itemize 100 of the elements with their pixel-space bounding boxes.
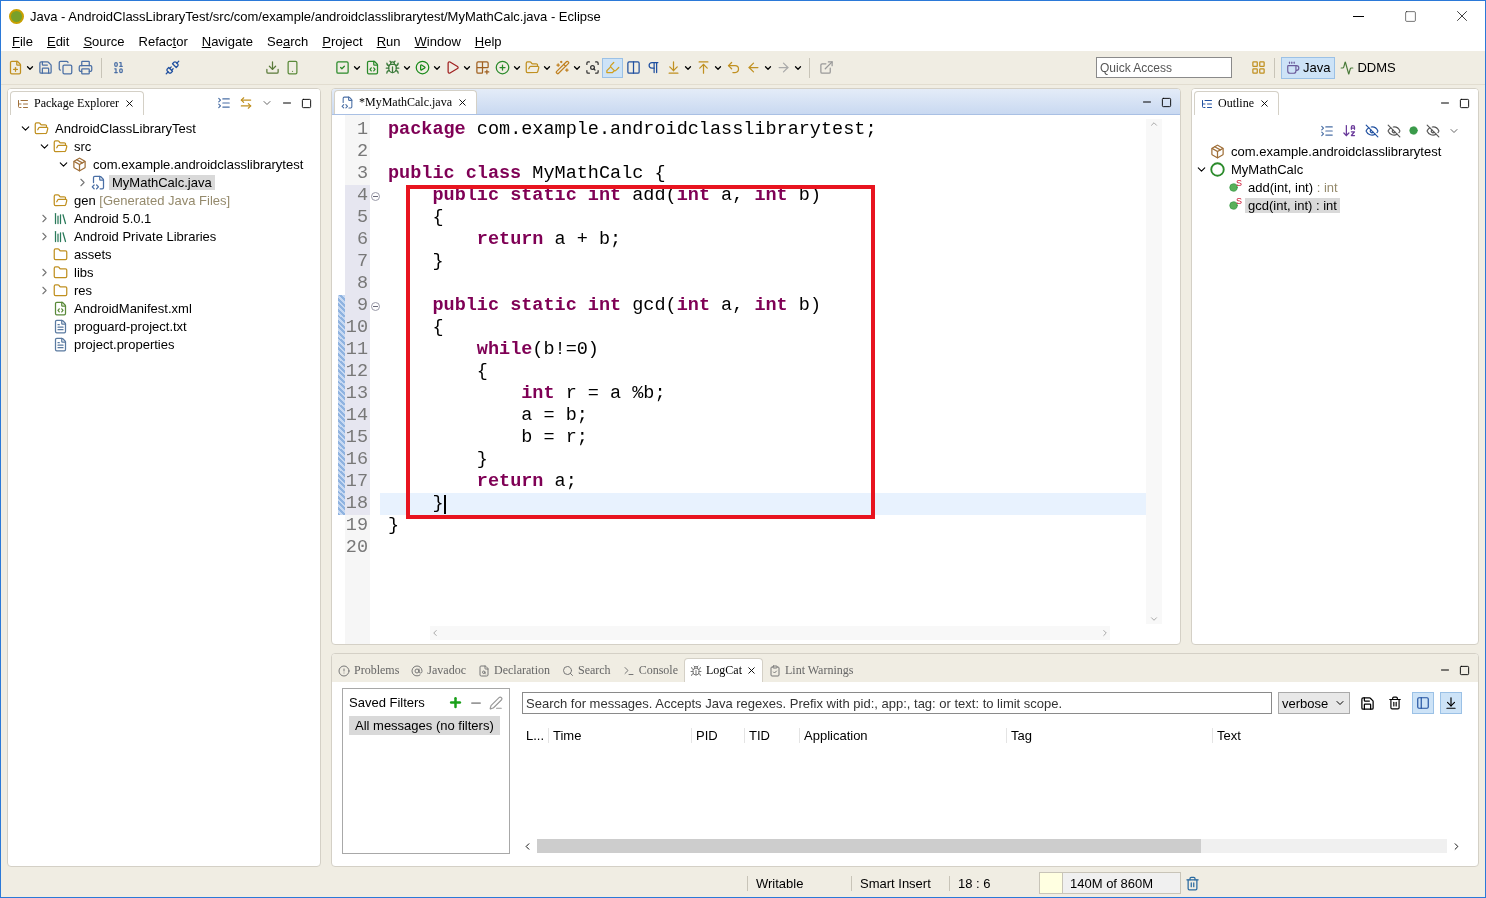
column-header[interactable]: Tag <box>1006 727 1212 743</box>
column-header[interactable]: Text <box>1212 727 1462 743</box>
line-number: 10 <box>345 317 370 339</box>
view-tab[interactable]: LogCat <box>683 658 763 682</box>
line-number: 11 <box>345 339 370 361</box>
tree-item[interactable]: res <box>71 282 96 298</box>
tree-item[interactable]: Android 5.0.1 <box>71 210 155 226</box>
maximize-icon[interactable] <box>1161 96 1172 108</box>
view-tab[interactable]: Javadoc <box>405 658 472 682</box>
java-file-icon <box>341 96 354 109</box>
column-header[interactable]: PID <box>691 727 744 743</box>
editor-tab[interactable]: *MyMathCalc.java <box>334 90 477 114</box>
code-line: } <box>431 493 444 515</box>
package-icon <box>72 156 87 172</box>
add-icon[interactable] <box>448 695 463 710</box>
tree-item[interactable]: project.properties <box>71 336 178 352</box>
line-number: 19 <box>345 515 369 537</box>
view-tab[interactable]: Search <box>555 658 617 682</box>
perspective-button[interactable]: Java <box>1281 56 1336 79</box>
hide-local-icon[interactable] <box>1426 123 1440 138</box>
hide-static-icon[interactable] <box>1387 123 1401 138</box>
tree-item[interactable]: add(int, int) : int <box>1245 179 1341 195</box>
code-line: public class MyMathCalc { <box>388 163 666 185</box>
tree-item[interactable]: gcd(int, int) : int <box>1245 197 1340 213</box>
edit-icon[interactable] <box>489 695 503 710</box>
tree-item[interactable]: com.example.androidclasslibrarytest <box>90 156 307 172</box>
folder-icon <box>53 264 68 280</box>
tree-item[interactable]: proguard-project.txt <box>71 318 190 334</box>
view-tab[interactable]: Outline <box>1194 91 1279 115</box>
link-icon[interactable] <box>239 96 253 110</box>
tree-item[interactable]: AndroidManifest.xml <box>71 300 195 316</box>
menu-item[interactable]: Navigate <box>194 33 261 49</box>
tree-item[interactable]: com.example.androidclasslibrarytest <box>1228 143 1445 159</box>
tree-item[interactable]: MyMathCalc.java <box>109 174 215 190</box>
view-tab[interactable]: Declaration <box>472 658 556 682</box>
menu-item[interactable]: Source <box>76 33 132 49</box>
line-number: 1 <box>355 119 369 141</box>
maximize-icon <box>1403 9 1417 23</box>
menu-item[interactable]: Search <box>260 33 316 49</box>
dot-icon[interactable] <box>1409 126 1418 135</box>
maximize-icon[interactable] <box>1459 664 1470 676</box>
tree-item[interactable]: libs <box>71 264 97 280</box>
menu-item[interactable]: Run <box>369 33 408 49</box>
line-number: 7 <box>345 251 370 273</box>
view-tab[interactable]: Problems <box>332 658 406 682</box>
close-icon[interactable] <box>1259 98 1270 109</box>
menu-item[interactable]: Help <box>467 33 509 49</box>
menu-item[interactable]: File <box>5 33 40 49</box>
panel-icon[interactable] <box>1412 692 1434 714</box>
column-header[interactable]: Time <box>548 727 691 743</box>
column-header[interactable]: L... <box>522 727 548 743</box>
view-tab[interactable]: Lint Warnings <box>762 658 860 682</box>
tree-item[interactable]: src <box>71 138 95 154</box>
menu-item[interactable]: Project <box>315 33 370 49</box>
hide-fields-icon[interactable] <box>1365 123 1379 138</box>
clipboard-check-icon <box>768 664 781 677</box>
perspective-button[interactable]: DDMS <box>1335 56 1401 79</box>
horizontal-scrollbar[interactable] <box>522 838 1462 854</box>
sort-icon[interactable] <box>1342 123 1357 138</box>
view-tab[interactable]: Console <box>616 658 684 682</box>
collapse-all-icon[interactable] <box>217 96 231 110</box>
code-line: b = r; <box>520 427 588 449</box>
line-number: 2 <box>355 141 369 163</box>
xml-file-icon <box>53 300 68 316</box>
close-icon[interactable] <box>457 97 468 108</box>
code-line: } <box>475 449 488 471</box>
maximize-icon[interactable] <box>1459 97 1470 109</box>
filter-title: Saved Filters <box>349 695 425 710</box>
code-line: } <box>388 515 400 537</box>
close-icon[interactable] <box>123 98 135 109</box>
scroll-down-icon[interactable] <box>1440 692 1462 714</box>
status-text: Smart Insert <box>851 875 949 891</box>
tree-item[interactable]: Android Private Libraries <box>71 228 220 244</box>
text-file-icon <box>53 318 68 334</box>
tree-item[interactable]: assets <box>71 246 115 262</box>
close-icon[interactable] <box>745 665 757 676</box>
quick-access-field[interactable]: Quick Access <box>1096 57 1232 78</box>
menu-item[interactable]: Window <box>407 33 468 49</box>
trash-icon[interactable] <box>1185 875 1200 891</box>
code-line: package com.example.androidclasslibrarytest; <box>388 119 877 141</box>
tree-item[interactable]: gen [Generated Java Files] <box>71 192 234 208</box>
column-header[interactable]: TID <box>744 727 799 743</box>
tree-item[interactable]: AndroidClassLibraryTest <box>52 120 199 136</box>
maximize-icon[interactable] <box>301 97 312 109</box>
view-tab[interactable]: Package Explorer <box>10 91 144 115</box>
menu-item[interactable]: Edit <box>39 33 77 49</box>
folder-icon <box>53 282 68 298</box>
minimize-icon <box>1352 15 1364 17</box>
collapse-all-icon[interactable] <box>1320 123 1334 138</box>
code-line: a = b; <box>520 405 588 427</box>
code-line: return a; <box>475 471 577 493</box>
menu-item[interactable]: Refactor <box>131 33 195 49</box>
level-dropdown[interactable]: verbose <box>1278 692 1350 714</box>
code-line: { <box>431 207 444 229</box>
column-header[interactable]: Application <box>799 727 1006 743</box>
search-field[interactable]: Search for messages. Accepts Java regexes. Prefix with pid:, app:, tag: or text: to limit scope. <box>522 692 1272 714</box>
code-line: } <box>431 251 444 273</box>
tree-item[interactable]: MyMathCalc <box>1228 161 1307 177</box>
filter-item[interactable]: All messages (no filters) <box>349 716 500 735</box>
source-folder-icon <box>53 192 68 208</box>
